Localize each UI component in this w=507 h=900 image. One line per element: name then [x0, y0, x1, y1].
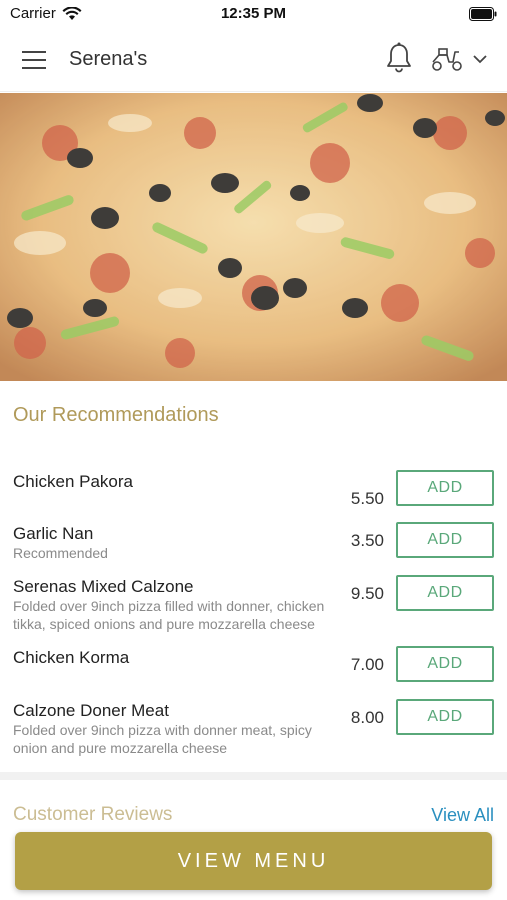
item-price: 9.50 — [350, 584, 384, 603]
item-name: Calzone Doner Meat — [13, 701, 169, 720]
pizza-illustration — [0, 93, 507, 381]
item-name: Chicken Pakora — [13, 472, 134, 491]
add-button[interactable]: ADD — [396, 699, 494, 735]
view-menu-button[interactable]: VIEW MENU — [15, 832, 492, 890]
item-price: 7.00 — [350, 655, 384, 674]
add-button[interactable]: ADD — [396, 646, 494, 682]
chevron-down-icon[interactable] — [472, 52, 488, 66]
add-button[interactable]: ADD — [396, 470, 494, 506]
item-description: Folded over 9inch pizza with donner meat… — [13, 722, 312, 756]
recommendations-title: Our Recommendations — [13, 404, 219, 426]
bell-icon[interactable] — [385, 42, 413, 74]
item-price: 8.00 — [350, 708, 384, 727]
view-all-link[interactable]: View All — [431, 805, 494, 826]
item-name: Serenas Mixed Calzone — [13, 577, 194, 596]
page-title: Serena's — [69, 48, 148, 70]
status-time: 12:35 PM — [220, 5, 287, 22]
section-divider — [0, 772, 507, 780]
battery-icon — [469, 7, 497, 21]
reviews-title: Customer Reviews — [13, 804, 173, 825]
hamburger-menu-icon[interactable] — [22, 49, 48, 71]
add-button[interactable]: ADD — [396, 522, 494, 558]
item-description: Folded over 9inch pizza filled with donn… — [13, 598, 325, 632]
delivery-scooter-icon[interactable] — [430, 46, 464, 72]
item-name: Garlic Nan — [13, 524, 94, 543]
add-button[interactable]: ADD — [396, 575, 494, 611]
hero-pizza-image — [0, 93, 507, 381]
app-header: Serena's — [0, 28, 507, 92]
item-price: 3.50 — [350, 531, 384, 550]
item-name: Chicken Korma — [13, 648, 130, 667]
item-description: Recommended — [13, 545, 108, 561]
item-price: 5.50 — [350, 489, 384, 508]
status-bar: Carrier 12:35 PM — [0, 0, 507, 28]
